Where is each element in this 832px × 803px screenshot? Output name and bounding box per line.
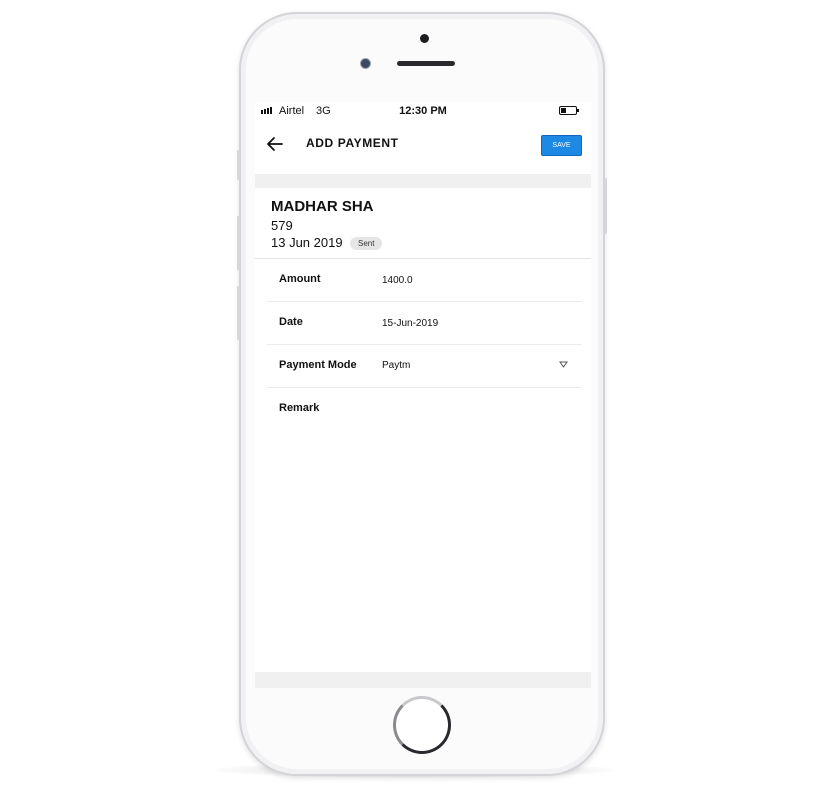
status-bar: Airtel 3G 12:30 PM bbox=[255, 102, 591, 122]
phone-frame: Airtel 3G 12:30 PM ADD PAYMENT SAVE MADH… bbox=[237, 12, 607, 776]
section-divider bbox=[255, 174, 591, 188]
customer-number: 579 bbox=[271, 218, 293, 233]
customer-date: 13 Jun 2019 bbox=[271, 235, 343, 250]
volume-down-button bbox=[237, 286, 240, 340]
phone-screen: Airtel 3G 12:30 PM ADD PAYMENT SAVE MADH… bbox=[255, 102, 591, 688]
status-badge: Sent bbox=[350, 237, 383, 250]
page-title: ADD PAYMENT bbox=[306, 136, 399, 150]
customer-name: MADHAR SHA bbox=[271, 198, 374, 215]
date-input[interactable] bbox=[382, 315, 562, 331]
payment-mode-row: Payment Mode Paytm bbox=[267, 345, 582, 388]
mute-switch bbox=[237, 150, 240, 180]
payment-form: Amount Date Payment Mode Paytm Remark bbox=[267, 259, 582, 430]
date-label: Date bbox=[279, 316, 303, 328]
front-camera bbox=[360, 58, 371, 69]
app-bar: ADD PAYMENT SAVE bbox=[255, 122, 591, 174]
customer-card: MADHAR SHA 579 13 Jun 2019 Sent bbox=[255, 188, 591, 259]
amount-input[interactable] bbox=[382, 272, 562, 288]
remark-label: Remark bbox=[279, 402, 320, 414]
amount-label: Amount bbox=[279, 273, 321, 285]
save-button[interactable]: SAVE bbox=[541, 135, 582, 156]
volume-up-button bbox=[237, 216, 240, 270]
battery-icon bbox=[559, 106, 579, 115]
remark-row: Remark bbox=[267, 388, 582, 430]
proximity-sensor bbox=[420, 34, 429, 43]
date-row: Date bbox=[267, 302, 582, 345]
payment-mode-select[interactable]: Paytm bbox=[382, 358, 562, 374]
earpiece-speaker bbox=[397, 61, 455, 66]
bottom-bar bbox=[255, 672, 591, 688]
status-time: 12:30 PM bbox=[399, 105, 447, 117]
arrow-left-icon[interactable] bbox=[265, 134, 285, 154]
power-button bbox=[604, 178, 607, 234]
payment-mode-label: Payment Mode bbox=[279, 359, 357, 371]
amount-row: Amount bbox=[267, 259, 582, 302]
remark-input[interactable] bbox=[382, 401, 562, 417]
home-button[interactable] bbox=[393, 696, 451, 754]
dropdown-triangle-icon[interactable] bbox=[559, 361, 568, 368]
